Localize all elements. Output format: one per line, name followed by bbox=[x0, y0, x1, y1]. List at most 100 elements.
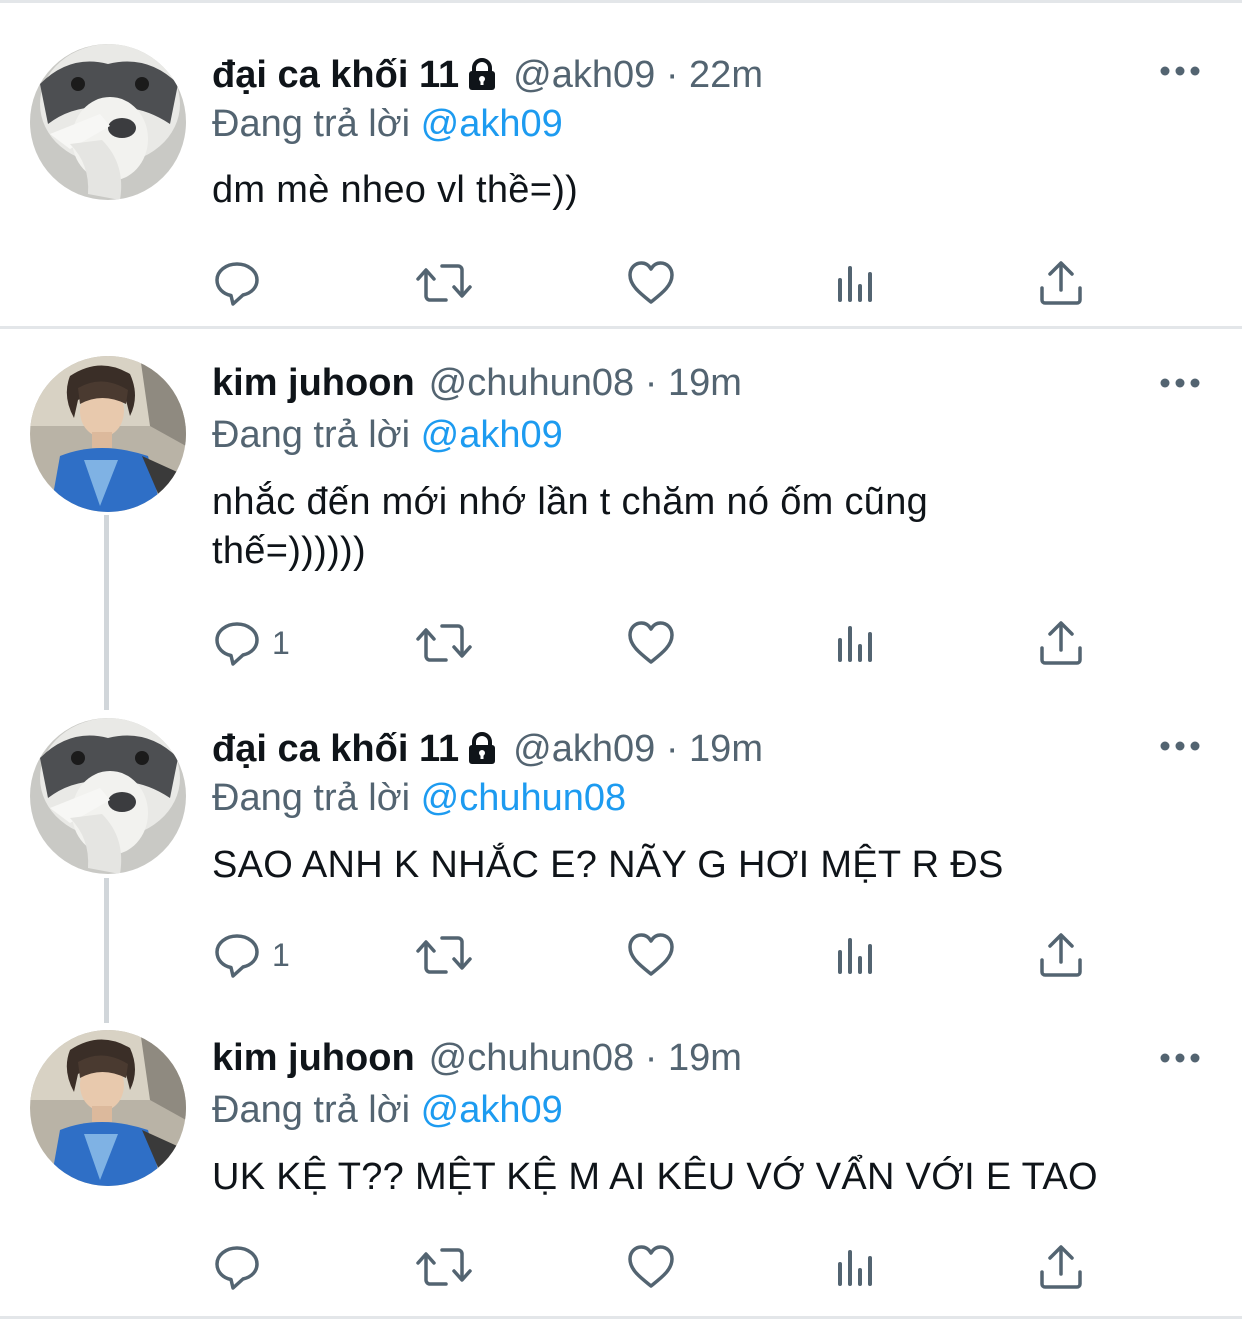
reply-count: 1 bbox=[272, 624, 290, 661]
mention-link[interactable]: @chuhun08 bbox=[421, 777, 627, 819]
views-bar-icon bbox=[834, 930, 878, 980]
tweet-separator bbox=[0, 326, 1242, 329]
replying-prefix: Đang trả lời bbox=[212, 1089, 411, 1131]
display-name[interactable]: kim juhoon bbox=[212, 362, 415, 404]
user-handle[interactable]: @chuhun08 bbox=[429, 1037, 635, 1079]
separator-dot: · bbox=[644, 1037, 658, 1079]
display-name[interactable]: kim juhoon bbox=[212, 1037, 415, 1079]
reply-button[interactable]: 1 bbox=[212, 618, 290, 668]
tweet-text: dm mè nheo vl thề=)) bbox=[212, 169, 579, 211]
separator-dot: · bbox=[665, 728, 679, 770]
share-button[interactable] bbox=[1038, 618, 1084, 668]
display-name[interactable]: đại ca khối 11 bbox=[212, 54, 459, 96]
replying-to: Đang trả lời @akh09 bbox=[212, 410, 563, 460]
retweet-icon bbox=[416, 618, 472, 668]
avatar[interactable] bbox=[30, 718, 186, 874]
tweet-text: nhắc đến mới nhớ lần t chăm nó ốm cũng t… bbox=[212, 481, 929, 572]
tweet-header: kim juhoon @chuhun08 · 19m bbox=[212, 1033, 742, 1083]
action-bar bbox=[212, 258, 1112, 308]
reply-bubble-icon bbox=[212, 930, 262, 980]
action-bar: 1 bbox=[212, 930, 1112, 980]
share-button[interactable] bbox=[1038, 258, 1084, 308]
retweet-button[interactable] bbox=[416, 1242, 472, 1292]
tweet-header: đại ca khối 11 @akh09 · 19m bbox=[212, 724, 763, 774]
replying-prefix: Đang trả lời bbox=[212, 414, 411, 456]
replying-to: Đang trả lời @akh09 bbox=[212, 1085, 563, 1135]
views-button[interactable] bbox=[834, 930, 878, 980]
separator-dot: · bbox=[644, 362, 658, 404]
more-dots-icon[interactable] bbox=[1158, 1051, 1202, 1065]
like-button[interactable] bbox=[626, 1242, 676, 1292]
retweet-button[interactable] bbox=[416, 618, 472, 668]
timestamp[interactable]: 19m bbox=[689, 728, 763, 770]
like-button[interactable] bbox=[626, 618, 676, 668]
bottom-separator bbox=[0, 1316, 1242, 1319]
views-button[interactable] bbox=[834, 1242, 878, 1292]
share-upload-icon bbox=[1038, 930, 1084, 980]
replying-to: Đang trả lời @chuhun08 bbox=[212, 773, 626, 823]
heart-icon bbox=[626, 618, 676, 668]
more-dots-icon[interactable] bbox=[1158, 64, 1202, 78]
lock-icon bbox=[465, 728, 499, 778]
tweet-text: SAO ANH K NHẮC E? NÃY G HƠI MỆT R ĐS bbox=[212, 844, 1004, 886]
person-avatar-image bbox=[30, 356, 186, 512]
reply-bubble-icon bbox=[212, 618, 262, 668]
reply-button[interactable] bbox=[212, 1242, 272, 1292]
views-button[interactable] bbox=[834, 618, 878, 668]
replying-prefix: Đang trả lời bbox=[212, 103, 411, 145]
tweet[interactable]: kim juhoon @chuhun08 · 19m Đang trả lời @… bbox=[0, 1012, 1242, 1316]
replying-prefix: Đang trả lời bbox=[212, 777, 411, 819]
tweet-header: đại ca khối 11 @akh09 · 22m bbox=[212, 50, 763, 100]
views-bar-icon bbox=[834, 618, 878, 668]
action-bar: 1 bbox=[212, 618, 1112, 668]
retweet-icon bbox=[416, 258, 472, 308]
tweet[interactable]: đại ca khối 11 @akh09 · 22m Đang trả lời … bbox=[0, 0, 1242, 326]
user-handle[interactable]: @chuhun08 bbox=[429, 362, 635, 404]
reply-bubble-icon bbox=[212, 258, 262, 308]
heart-icon bbox=[626, 258, 676, 308]
more-dots-icon[interactable] bbox=[1158, 739, 1202, 753]
user-handle[interactable]: @akh09 bbox=[513, 54, 655, 96]
avatar[interactable] bbox=[30, 1030, 186, 1186]
lock-icon bbox=[465, 54, 499, 104]
like-button[interactable] bbox=[626, 930, 676, 980]
timestamp[interactable]: 19m bbox=[668, 362, 742, 404]
retweet-icon bbox=[416, 1242, 472, 1292]
timestamp[interactable]: 19m bbox=[668, 1037, 742, 1079]
share-upload-icon bbox=[1038, 1242, 1084, 1292]
like-button[interactable] bbox=[626, 258, 676, 308]
husky-avatar-image bbox=[30, 44, 186, 200]
mention-link[interactable]: @akh09 bbox=[421, 103, 563, 145]
heart-icon bbox=[626, 930, 676, 980]
retweet-button[interactable] bbox=[416, 258, 472, 308]
husky-avatar-image bbox=[30, 718, 186, 874]
tweet[interactable]: đại ca khối 11 @akh09 · 19m Đang trả lời … bbox=[0, 700, 1242, 1010]
tweet[interactable]: kim juhoon @chuhun08 · 19m Đang trả lời @… bbox=[0, 330, 1242, 690]
views-bar-icon bbox=[834, 1242, 878, 1292]
timestamp[interactable]: 22m bbox=[689, 54, 763, 96]
share-button[interactable] bbox=[1038, 930, 1084, 980]
reply-button[interactable]: 1 bbox=[212, 930, 290, 980]
views-bar-icon bbox=[834, 258, 878, 308]
retweet-button[interactable] bbox=[416, 930, 472, 980]
action-bar bbox=[212, 1242, 1112, 1292]
replying-to: Đang trả lời @akh09 bbox=[212, 99, 563, 149]
tweet-text: UK KỆ T?? MỆT KỆ M AI KÊU VỚ VẨN VỚI E T… bbox=[212, 1156, 1098, 1198]
mention-link[interactable]: @akh09 bbox=[421, 1089, 563, 1131]
share-button[interactable] bbox=[1038, 1242, 1084, 1292]
tweet-header: kim juhoon @chuhun08 · 19m bbox=[212, 358, 742, 408]
heart-icon bbox=[626, 1242, 676, 1292]
retweet-icon bbox=[416, 930, 472, 980]
user-handle[interactable]: @akh09 bbox=[513, 728, 655, 770]
views-button[interactable] bbox=[834, 258, 878, 308]
more-dots-icon[interactable] bbox=[1158, 376, 1202, 390]
reply-button[interactable] bbox=[212, 258, 272, 308]
avatar[interactable] bbox=[30, 356, 186, 512]
reply-bubble-icon bbox=[212, 1242, 262, 1292]
separator-dot: · bbox=[665, 54, 679, 96]
avatar[interactable] bbox=[30, 44, 186, 200]
display-name[interactable]: đại ca khối 11 bbox=[212, 728, 459, 770]
share-upload-icon bbox=[1038, 618, 1084, 668]
person-avatar-image bbox=[30, 1030, 186, 1186]
mention-link[interactable]: @akh09 bbox=[421, 414, 563, 456]
